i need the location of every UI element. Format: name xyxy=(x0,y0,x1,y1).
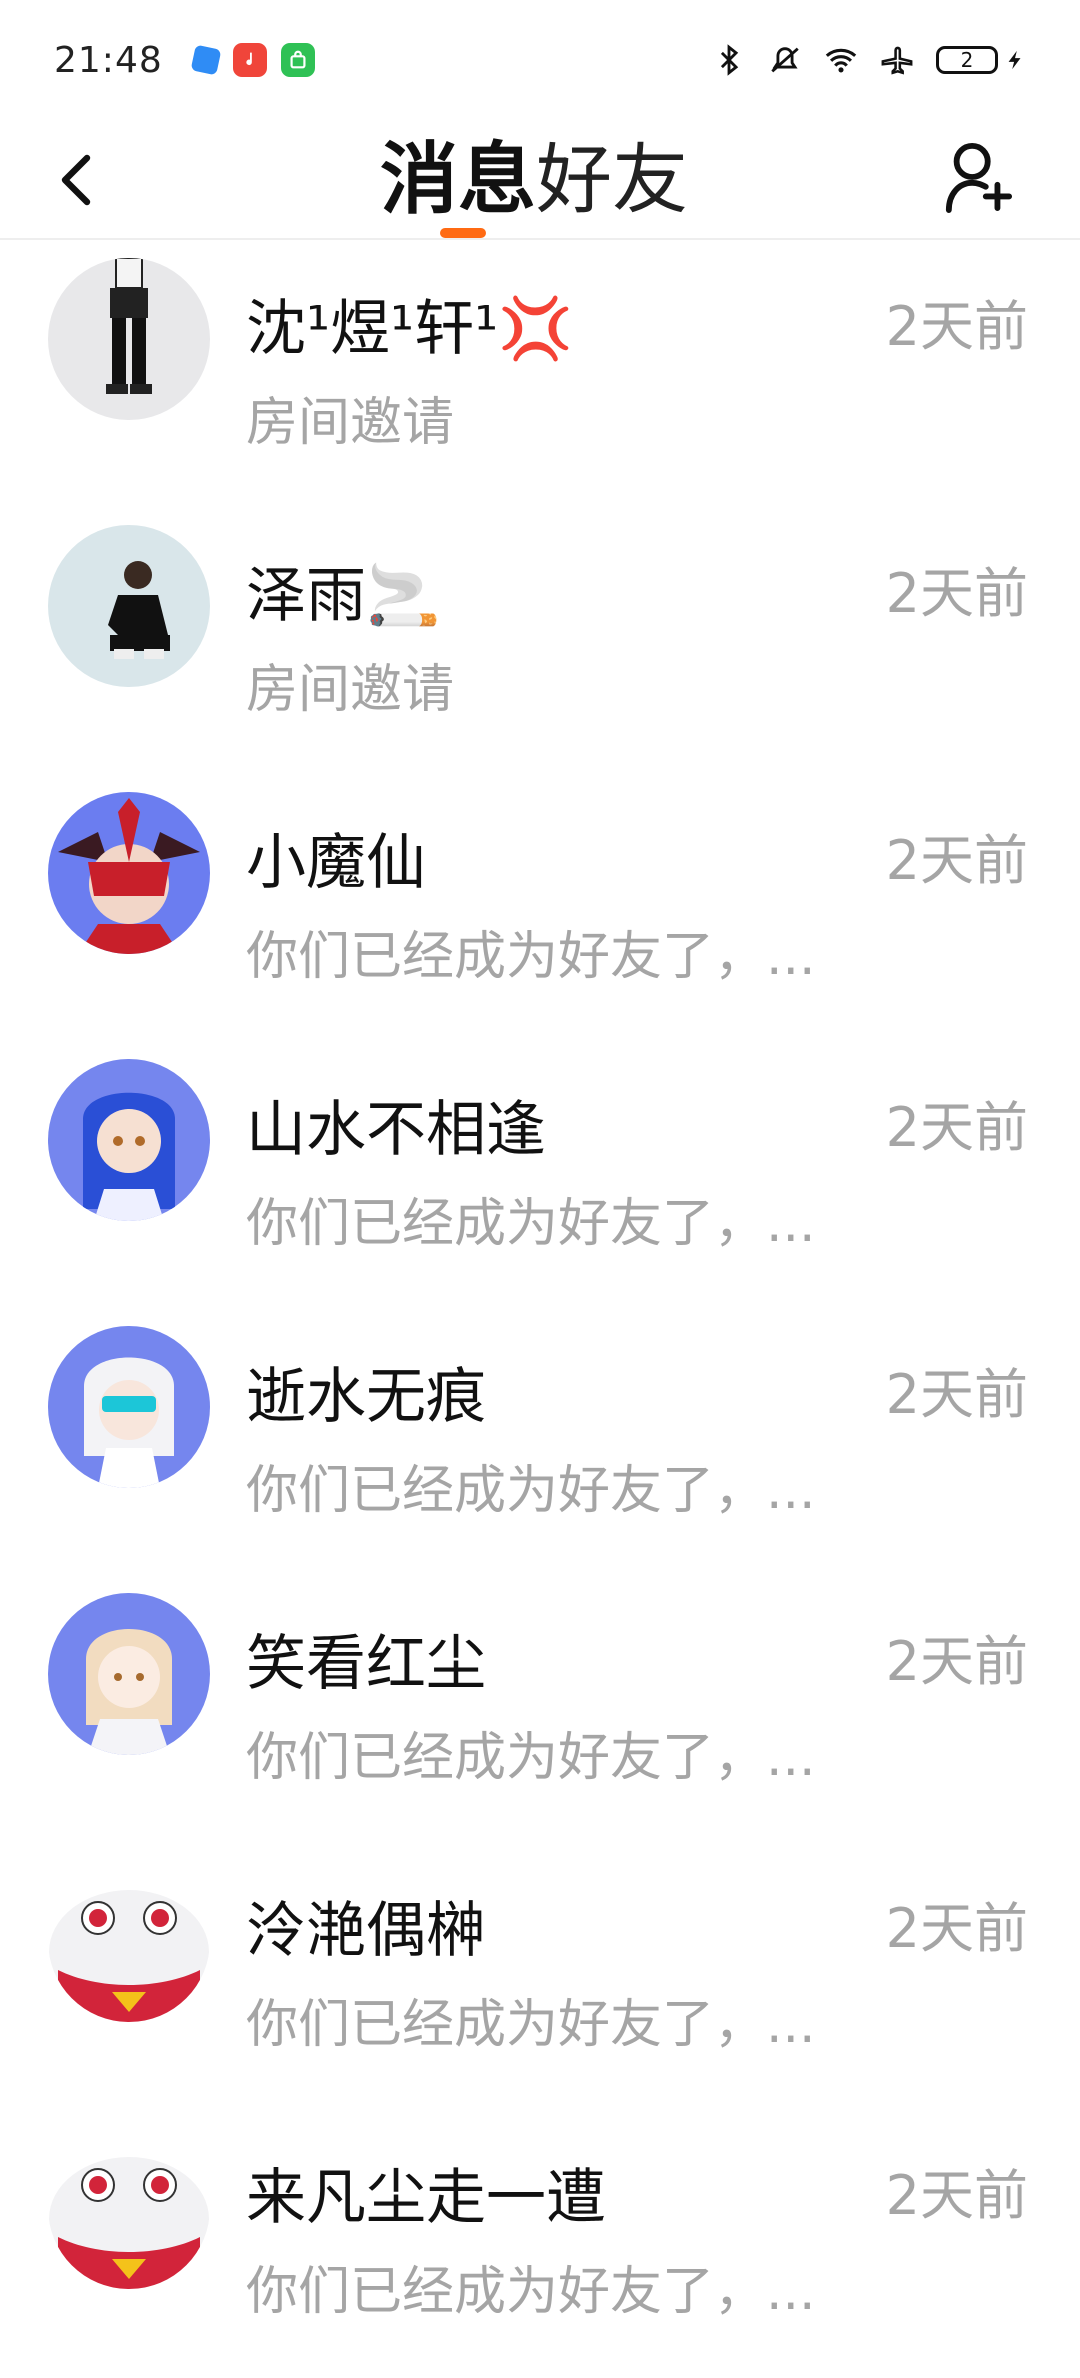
conversation-row[interactable]: 逝水无痕 你们已经成为好友了，... 2天前 xyxy=(0,1310,1080,1577)
tab-friends[interactable]: 好友 xyxy=(536,142,688,218)
contact-name: 来凡尘走一遭 xyxy=(246,2163,606,2233)
shop-app-icon xyxy=(280,43,315,77)
add-user-icon xyxy=(945,142,1013,213)
avatar-red-mask[interactable] xyxy=(48,792,210,954)
message-preview: 你们已经成为好友了，... xyxy=(246,1194,816,1254)
contact-name: 山水不相逢 xyxy=(246,1095,546,1165)
tab-bar: 消息 好友 xyxy=(380,120,688,240)
music-app-icon xyxy=(232,43,267,77)
status-bar: 21:48 2 xyxy=(0,0,1080,120)
contact-name: 笑看红尘 xyxy=(246,1629,486,1699)
status-time: 21:48 xyxy=(54,39,163,81)
add-friend-button[interactable] xyxy=(938,134,1018,220)
message-preview: 房间邀请 xyxy=(246,393,455,453)
avatar-figure-crouching[interactable] xyxy=(48,525,210,687)
active-tab-indicator xyxy=(440,228,486,238)
bluetooth-icon xyxy=(720,44,739,76)
conversation-row[interactable]: 泠滟偶榊 你们已经成为好友了，... 2天前 xyxy=(0,1844,1080,2111)
avatar-clown[interactable] xyxy=(48,1860,210,2022)
charging-icon xyxy=(1008,50,1021,70)
header: 消息 好友 xyxy=(0,120,1080,240)
avatar-blue-hair[interactable] xyxy=(48,1059,210,1221)
conversation-list: 沈¹煜¹轩¹💢 房间邀请 2天前 泽雨🚬 房间邀请 2天前 小魔仙 你们已经成为… xyxy=(0,242,1080,2378)
conversation-row[interactable]: 山水不相逢 你们已经成为好友了，... 2天前 xyxy=(0,1043,1080,1310)
contact-name: 泠滟偶榊 xyxy=(246,1896,486,1966)
avatar-clown[interactable] xyxy=(48,2127,210,2289)
message-time: 2天前 xyxy=(885,1363,1028,1426)
status-indicators: 2 xyxy=(712,43,1026,77)
contact-name: 沈¹煜¹轩¹💢 xyxy=(246,294,573,364)
app-notification-icon xyxy=(190,44,222,76)
message-preview: 你们已经成为好友了，... xyxy=(246,1995,816,2055)
avatar-blonde[interactable] xyxy=(48,1593,210,1755)
message-preview: 你们已经成为好友了，... xyxy=(246,1728,816,1788)
tab-messages[interactable]: 消息 xyxy=(380,141,536,219)
message-time: 2天前 xyxy=(885,1630,1028,1693)
wifi-icon xyxy=(825,48,857,73)
conversation-row[interactable]: 笑看红尘 你们已经成为好友了，... 2天前 xyxy=(0,1577,1080,1844)
message-time: 2天前 xyxy=(885,1897,1028,1960)
airplane-icon xyxy=(881,46,913,75)
message-preview: 房间邀请 xyxy=(246,660,455,720)
conversation-row[interactable]: 来凡尘走一遭 你们已经成为好友了，... 2天前 xyxy=(0,2111,1080,2378)
conversation-row[interactable]: 沈¹煜¹轩¹💢 房间邀请 2天前 xyxy=(0,242,1080,509)
contact-name: 逝水无痕 xyxy=(246,1362,486,1432)
message-preview: 你们已经成为好友了，... xyxy=(246,2262,816,2322)
conversation-row[interactable]: 泽雨🚬 房间邀请 2天前 xyxy=(0,509,1080,776)
message-preview: 你们已经成为好友了，... xyxy=(246,1461,816,1521)
message-time: 2天前 xyxy=(885,1096,1028,1159)
contact-name: 小魔仙 xyxy=(246,828,426,898)
contact-name: 泽雨🚬 xyxy=(246,561,441,631)
mute-icon xyxy=(771,47,799,73)
message-time: 2天前 xyxy=(885,2164,1028,2227)
back-button[interactable] xyxy=(40,142,110,218)
battery-icon: 2 xyxy=(936,46,998,74)
conversation-row[interactable]: 小魔仙 你们已经成为好友了，... 2天前 xyxy=(0,776,1080,1043)
message-time: 2天前 xyxy=(885,562,1028,625)
status-app-icons xyxy=(190,43,315,77)
back-arrow-icon xyxy=(61,154,91,206)
message-preview: 你们已经成为好友了，... xyxy=(246,927,816,987)
avatar-figure-standing[interactable] xyxy=(48,258,210,420)
avatar-white-hair-visor[interactable] xyxy=(48,1326,210,1488)
message-time: 2天前 xyxy=(885,295,1028,358)
message-time: 2天前 xyxy=(885,829,1028,892)
